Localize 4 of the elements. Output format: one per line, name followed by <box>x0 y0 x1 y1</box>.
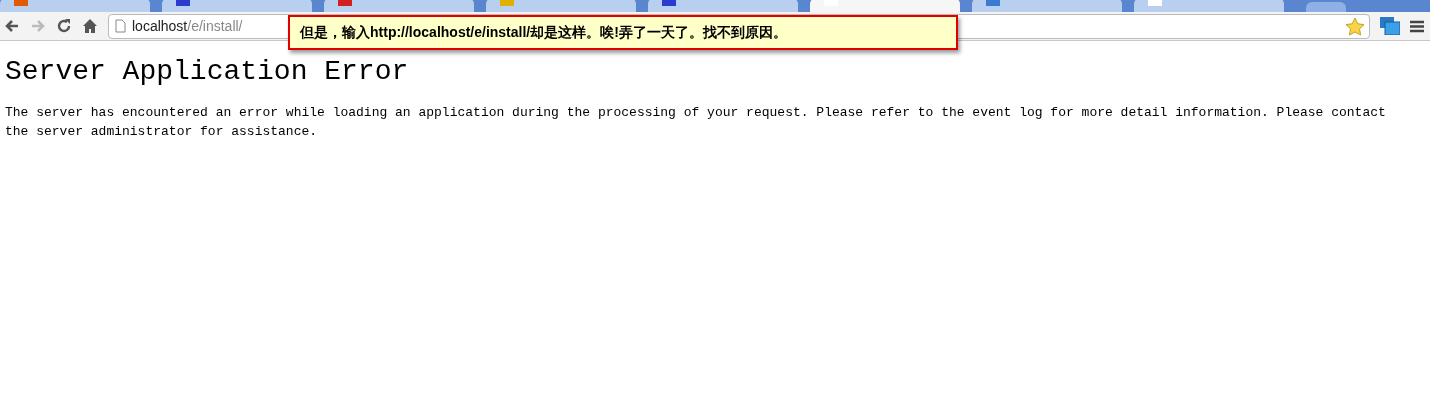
error-heading: Server Application Error <box>5 55 410 89</box>
error-message: The server has encountered an error while loading an application during the processing of your request. Please refer to the event log for more detail information. Please contact the server administrator for assistance. <box>5 104 1387 141</box>
annotation-tooltip: 但是，输入http://localhost/e/install/却是这样。唉!弄了一天了。找不到原因。 <box>288 15 958 50</box>
url-text: localhost/e/install/ <box>132 16 243 36</box>
